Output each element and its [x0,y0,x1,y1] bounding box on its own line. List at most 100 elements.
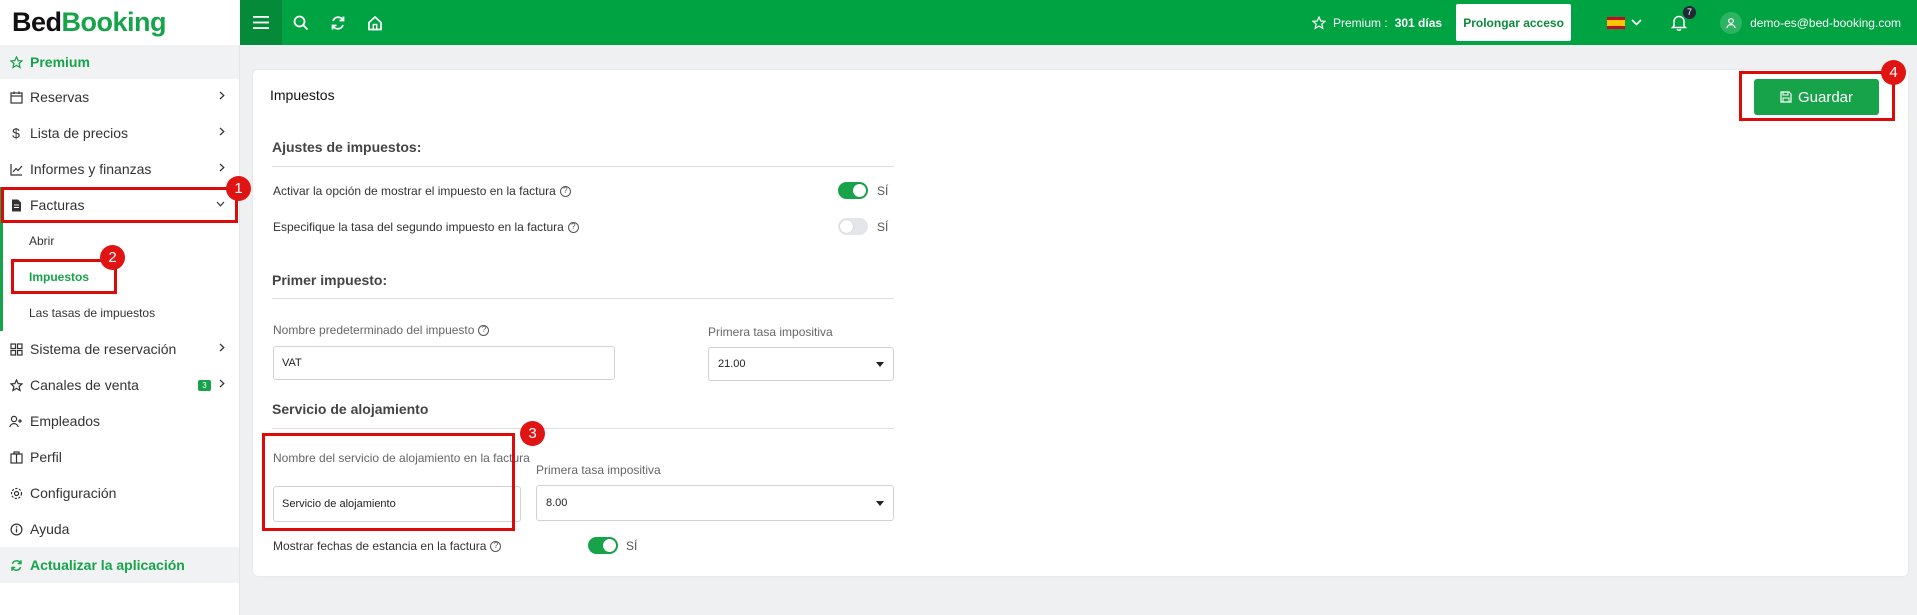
home-button[interactable] [356,0,393,45]
calendar-icon [9,90,23,104]
nombre-impuesto-label: Nombre predeterminado del impuesto [273,323,475,337]
dollar-icon: $ [12,125,20,141]
toggle-knob [840,220,853,233]
info-icon [9,522,23,536]
help-icon[interactable]: ? [559,185,571,197]
annotation-number-4: 4 [1881,60,1906,85]
fechas-label: Mostrar fechas de estancia en la factura [273,539,487,553]
annotation-number-1: 1 [226,176,251,201]
search-button[interactable] [282,0,319,45]
refresh-icon [331,15,344,30]
sidebar-item-label: Configuración [30,485,117,501]
hamburger-icon [253,16,269,29]
fechas-row: Mostrar fechas de estancia en la factura… [273,539,502,553]
star-icon [9,378,23,392]
star-icon [1312,15,1326,30]
activar-label: Activar la opción de mostrar el impuesto… [273,184,556,198]
segundo-row: Especifique la tasa del segundo impuesto… [273,220,579,234]
sidebar-item-perfil[interactable]: Perfil [0,439,239,475]
chevron-right-icon [219,127,225,136]
fechas-toggle[interactable] [588,537,618,554]
divider [272,298,894,299]
topbar-main: Premium : 301 días Prolongar acceso 7 dem… [240,0,1917,45]
gear-icon [9,486,23,500]
annotation-box-4 [1739,71,1895,121]
sidebar-item-label: Ayuda [30,521,70,537]
sidebar-item-canales[interactable]: Canales de venta 3 [0,367,239,403]
language-selector[interactable] [1607,16,1642,29]
help-icon[interactable]: ? [478,324,490,336]
brand-logo[interactable]: Bed Booking [0,0,240,45]
activar-state: SÍ [877,184,889,198]
annotation-number-3: 3 [520,421,545,446]
page-title: Impuestos [270,87,335,103]
sidebar-subitem-tasas[interactable]: Las tasas de impuestos [0,295,239,331]
premium-label: Premium : [1333,15,1388,30]
primer-section-title: Primer impuesto: [272,272,388,288]
tasa2-label: Primera tasa impositiva [536,463,661,477]
premium-status[interactable]: Premium : 301 días [1312,15,1443,30]
chevron-right-icon [219,163,225,172]
user-email: demo-es@bed-booking.com [1750,15,1901,30]
user-icon [1720,11,1743,34]
sidebar-item-informes[interactable]: Informes y finanzas [0,151,239,187]
servicio-section-title: Servicio de alojamiento [272,401,429,417]
fechas-state: SÍ [626,539,638,553]
building-icon [9,450,23,464]
sidebar-item-label: Lista de precios [30,125,129,141]
star-icon [9,55,23,69]
sidebar-item-empleados[interactable]: Empleados [0,403,239,439]
segundo-toggle[interactable] [838,218,868,235]
chevron-right-icon [219,91,225,100]
annotation-box-1 [1,187,238,223]
spain-flag-icon [1607,16,1626,29]
sidebar-item-configuracion[interactable]: Configuración [0,475,239,511]
user-plus-icon [9,414,23,428]
sidebar-item-ayuda[interactable]: Ayuda [0,511,239,547]
sidebar-item-label: Reservas [30,89,90,105]
notifications-badge: 7 [1683,5,1697,19]
sidebar-item-sistema[interactable]: Sistema de reservación [0,331,239,367]
topbar: Bed Booking Premium : 301 días Prolongar a… [0,0,1917,45]
help-icon[interactable]: ? [490,540,502,552]
sidebar-item-label: Premium [30,54,90,70]
toggle-knob [853,184,866,197]
divider [272,428,894,429]
user-menu[interactable]: demo-es@bed-booking.com [1720,11,1901,34]
sidebar-item-premium[interactable]: Premium [0,45,239,79]
nombre-impuesto-input[interactable]: VAT [273,346,615,380]
annotation-number-2: 2 [100,245,125,270]
prolongar-acceso-button[interactable]: Prolongar acceso [1456,4,1572,41]
sidebar-item-label: Actualizar la aplicación [30,557,185,573]
tasa1-label: Primera tasa impositiva [708,325,833,339]
hamburger-menu-button[interactable] [240,0,282,45]
topbar-right: Premium : 301 días Prolongar acceso 7 dem… [1312,0,1917,45]
home-icon [367,15,382,30]
chevron-right-icon [219,343,225,352]
chevron-right-icon [219,379,225,388]
help-icon[interactable]: ? [567,221,579,233]
annotation-box-3 [262,433,515,531]
divider [272,166,894,167]
sidebar-item-actualizar[interactable]: Actualizar la aplicación [0,547,239,583]
premium-days: 301 días [1394,15,1443,30]
sidebar-item-label: Empleados [30,413,101,429]
activar-toggle[interactable] [838,182,868,199]
tasa2-value: 8.00 [546,497,568,509]
caret-down-icon [876,362,884,367]
tasa1-value: 21.00 [718,358,746,370]
sidebar-item-label: Informes y finanzas [30,161,152,177]
sidebar-item-lista-precios[interactable]: $ Lista de precios [0,115,239,151]
tasa1-select[interactable]: 21.00 [708,347,894,381]
caret-down-icon [876,501,884,506]
activar-row: Activar la opción de mostrar el impuesto… [273,184,571,198]
notifications-button[interactable]: 7 [1668,5,1697,34]
canales-badge: 3 [198,380,211,391]
brand-part-2: Booking [61,7,167,37]
tasa2-select[interactable]: 8.00 [536,485,894,521]
toggle-knob [603,539,616,552]
search-icon [293,15,308,30]
nombre-impuesto-label-row: Nombre predeterminado del impuesto ? [273,323,490,337]
refresh-button[interactable] [319,0,356,45]
sidebar-item-reservas[interactable]: Reservas [0,79,239,115]
